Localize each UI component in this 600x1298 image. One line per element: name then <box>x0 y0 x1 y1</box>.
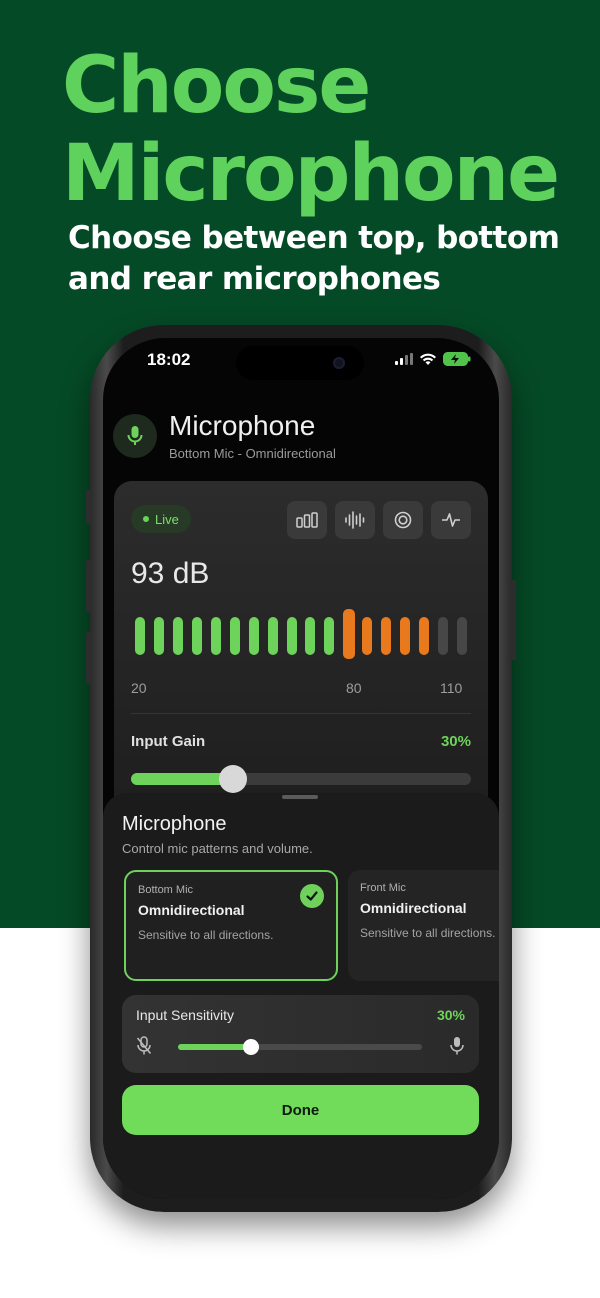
meter-bar <box>418 617 429 655</box>
volume-down-button <box>86 632 91 684</box>
meter-bar <box>399 617 410 655</box>
scale-label-mid: 80 <box>346 680 362 696</box>
input-sensitivity-thumb[interactable] <box>243 1039 260 1055</box>
wifi-icon <box>420 353 436 365</box>
level-meter-card: Live 93 dB 20 80 110 Input Gain 30% <box>114 481 488 821</box>
input-sensitivity-card: Input Sensitivity 30% <box>122 995 479 1073</box>
mic-option-pattern: Omnidirectional <box>138 902 245 918</box>
status-icons <box>395 352 471 366</box>
promo-subhead: Choose between top, bottom and rear micr… <box>68 218 588 300</box>
bar-meter-mode-button[interactable] <box>287 501 327 539</box>
input-sensitivity-slider[interactable] <box>178 1039 422 1055</box>
promo-headline-line1: Choose <box>62 41 371 131</box>
input-gain-label: Input Gain <box>131 733 206 750</box>
level-readout: 93 dB <box>131 557 210 590</box>
mic-option-bottom[interactable]: Bottom Mic Omnidirectional Sensitive to … <box>124 870 338 981</box>
page-subtitle: Bottom Mic - Omnidirectional <box>169 446 336 461</box>
live-label: Live <box>155 511 179 527</box>
promo-headline: Choose Microphone <box>62 42 592 218</box>
input-sensitivity-value: 30% <box>436 1007 465 1023</box>
meter-bar <box>173 617 184 655</box>
bar-meter-icon <box>296 512 318 528</box>
pulse-mode-button[interactable] <box>431 501 471 539</box>
done-button[interactable]: Done <box>122 1085 479 1135</box>
input-gain-thumb[interactable] <box>219 765 247 793</box>
input-gain-fill <box>131 773 233 785</box>
meter-bar <box>154 617 165 655</box>
waveform-icon <box>345 511 365 529</box>
mic-option-label: Bottom Mic <box>138 884 194 896</box>
promo-subhead-line2: and rear microphones <box>68 261 441 297</box>
pulse-icon <box>442 513 460 527</box>
meter-bar <box>135 617 146 655</box>
microphone-sheet: Microphone Control mic patterns and volu… <box>103 793 499 1199</box>
meter-bar <box>267 617 278 655</box>
action-button <box>86 490 91 524</box>
input-gain-slider[interactable] <box>131 765 471 793</box>
meter-bar <box>211 617 221 655</box>
input-sensitivity-label: Input Sensitivity <box>136 1007 235 1023</box>
front-camera <box>333 357 345 369</box>
meter-bar <box>192 617 203 655</box>
sheet-grabber[interactable] <box>282 795 318 799</box>
sheet-title: Microphone <box>122 813 227 835</box>
mic-icon <box>450 1037 464 1055</box>
cellular-signal-icon <box>395 353 413 365</box>
meter-bar <box>229 617 240 655</box>
page-title: Microphone <box>169 410 316 441</box>
checkmark-icon <box>306 891 318 901</box>
promo-headline-line2: Microphone <box>62 129 560 219</box>
selected-check-badge <box>300 884 324 908</box>
mic-option-pattern: Omnidirectional <box>360 900 467 916</box>
waveform-mode-button[interactable] <box>335 501 375 539</box>
header-mic-badge <box>113 414 157 458</box>
volume-up-button <box>86 560 91 612</box>
mic-option-label: Front Mic <box>360 882 406 894</box>
target-mode-button[interactable] <box>383 501 423 539</box>
mic-option-description: Sensitive to all directions. <box>138 928 274 942</box>
dynamic-island <box>236 346 364 380</box>
meter-bar <box>437 617 448 655</box>
meter-divider <box>131 713 471 714</box>
status-time: 18:02 <box>147 350 191 369</box>
meter-bar <box>286 617 297 655</box>
meter-bar <box>305 617 316 655</box>
battery-charging-icon <box>443 352 471 366</box>
mic-option-description: Sensitive to all directions. <box>360 926 496 940</box>
meter-bar <box>343 609 356 659</box>
phone-screen: 18:02 Microphone Bottom Mic - Omnidirect… <box>103 338 499 1199</box>
meter-bar <box>381 617 391 655</box>
power-button <box>511 580 516 660</box>
live-badge: Live <box>131 505 191 533</box>
sheet-subtitle: Control mic patterns and volume. <box>122 841 313 856</box>
input-sensitivity-fill <box>178 1044 252 1050</box>
level-meter-bars <box>131 609 471 659</box>
mic-option-front[interactable]: Front Mic Omnidirectional Sensitive to a… <box>348 870 499 981</box>
target-icon <box>394 511 412 529</box>
promo-subhead-line1: Choose between top, bottom <box>68 220 560 256</box>
meter-bar <box>456 617 467 655</box>
meter-bar <box>248 617 259 655</box>
meter-bar <box>362 617 373 655</box>
meter-bar <box>324 617 335 655</box>
mic-off-icon <box>136 1036 152 1055</box>
microphone-icon <box>127 426 143 445</box>
input-gain-value: 30% <box>440 733 471 750</box>
live-dot-icon <box>143 516 149 522</box>
scale-label-min: 20 <box>131 680 147 696</box>
scale-label-max: 110 <box>440 680 463 696</box>
